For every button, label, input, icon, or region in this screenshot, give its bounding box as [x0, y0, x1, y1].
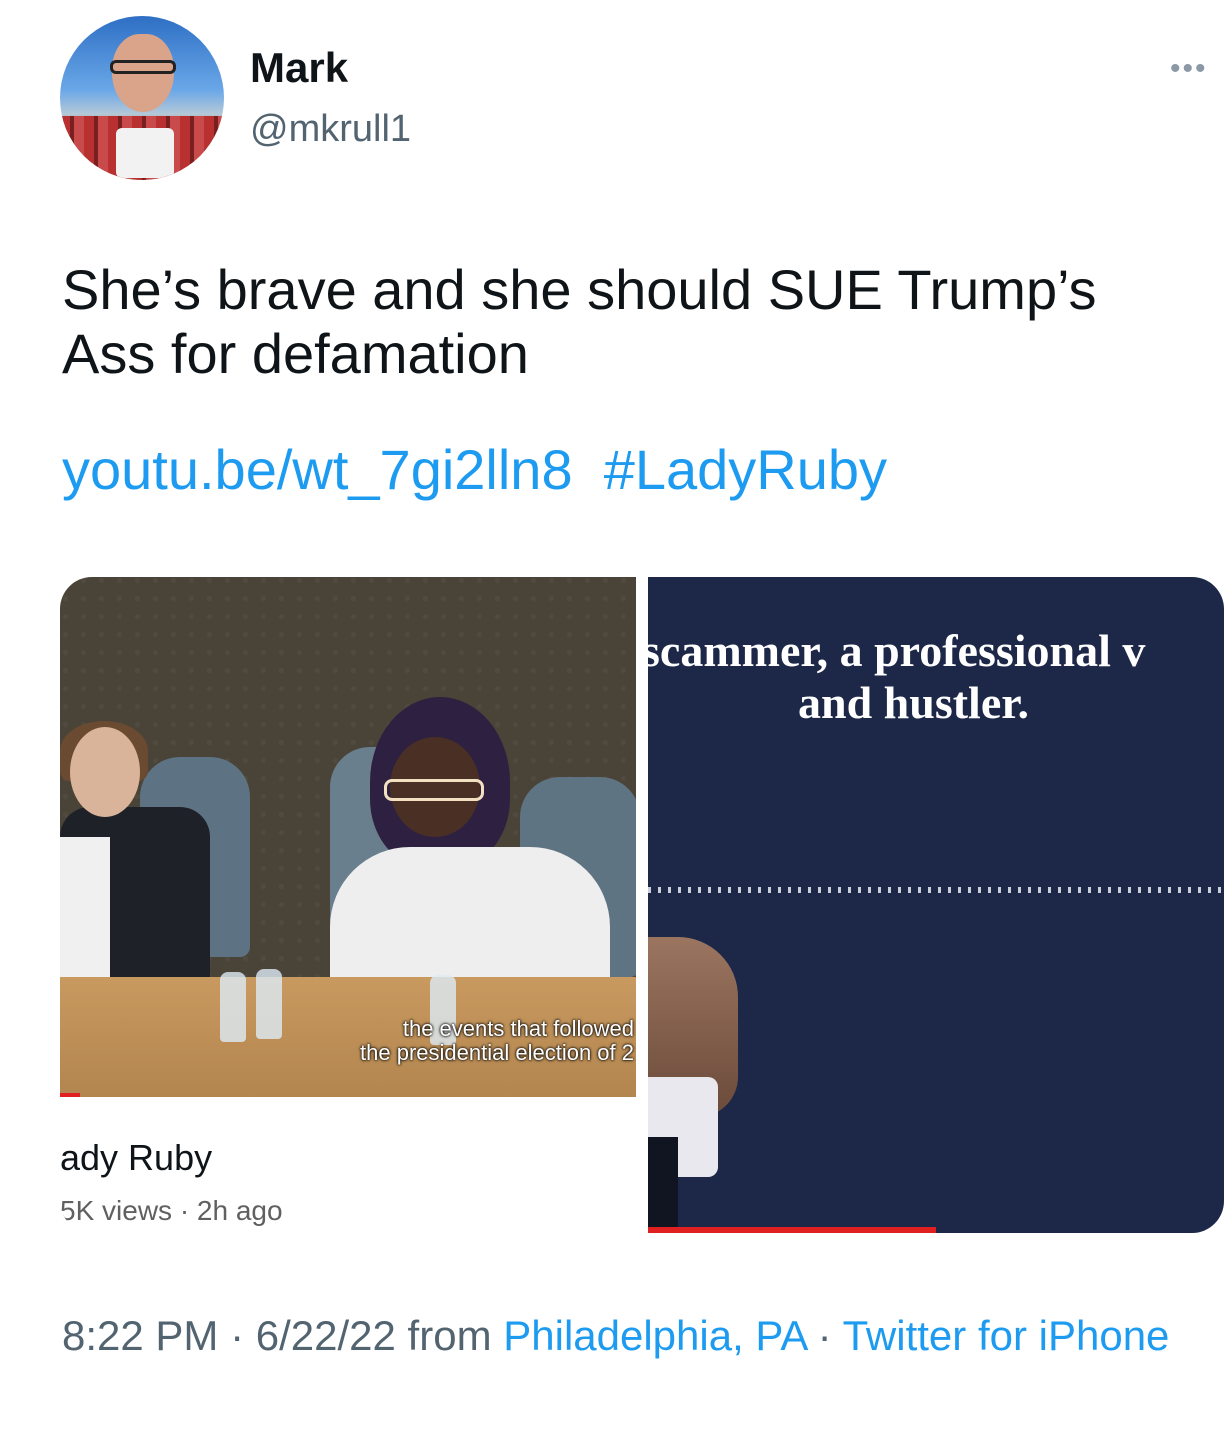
- author-handle[interactable]: @mkrull1: [250, 108, 411, 151]
- quote-line-1: scammer, a professional v: [648, 625, 1146, 676]
- video-subtitles: the events that followed the presidentia…: [334, 1017, 634, 1065]
- source-link[interactable]: Twitter for iPhone: [843, 1312, 1170, 1359]
- hashtag-link[interactable]: #LadyRuby: [604, 438, 887, 501]
- subtitle-line-2: the presidential election of 2: [360, 1040, 634, 1065]
- tweet-text: She’s brave and she should SUE Trump’s A…: [62, 258, 1097, 385]
- location-link[interactable]: Philadelphia, PA: [503, 1312, 806, 1359]
- quote-line-2: and hustler.: [798, 677, 1029, 728]
- dotted-divider: [648, 887, 1224, 893]
- tweet-links: youtu.be/wt_7gi2lln8 #LadyRuby: [62, 438, 887, 502]
- sleeve: [648, 1137, 678, 1233]
- subtitle-line-1: the events that followed: [402, 1016, 634, 1041]
- author-name[interactable]: Mark: [250, 44, 348, 92]
- video-title[interactable]: ady Ruby: [60, 1137, 212, 1179]
- water-bottle: [256, 969, 282, 1039]
- water-bottle: [220, 972, 246, 1042]
- media-image-right[interactable]: scammer, a professional v and hustler.: [648, 577, 1224, 1233]
- tweet-media: the events that followed the presidentia…: [60, 577, 1224, 1233]
- video-progress-bar: [648, 1227, 936, 1233]
- video-progress-bar: [60, 1093, 80, 1097]
- person-blouse: [60, 837, 110, 987]
- person-head: [70, 727, 140, 817]
- from-label: from: [395, 1312, 504, 1359]
- person-left: [60, 721, 210, 987]
- video-meta: 5K views · 2h ago: [60, 1195, 283, 1226]
- person-glasses: [384, 779, 484, 801]
- separator: ·: [218, 1312, 256, 1359]
- author-avatar[interactable]: [60, 16, 224, 180]
- separator: ·: [806, 1312, 843, 1359]
- more-options-icon[interactable]: •••: [1170, 54, 1220, 84]
- avatar-mug: [116, 128, 174, 178]
- avatar-glasses: [110, 60, 176, 74]
- tweet-time[interactable]: 8:22 PM: [62, 1312, 218, 1359]
- youtube-link[interactable]: youtu.be/wt_7gi2lln8: [62, 438, 573, 501]
- tweet-timestamp: 8:22 PM · 6/22/22 from Philadelphia, PA …: [62, 1306, 1202, 1366]
- video-thumbnail[interactable]: the events that followed the presidentia…: [60, 577, 636, 1097]
- media-image-left[interactable]: the events that followed the presidentia…: [60, 577, 636, 1233]
- tweet-date[interactable]: 6/22/22: [256, 1312, 396, 1359]
